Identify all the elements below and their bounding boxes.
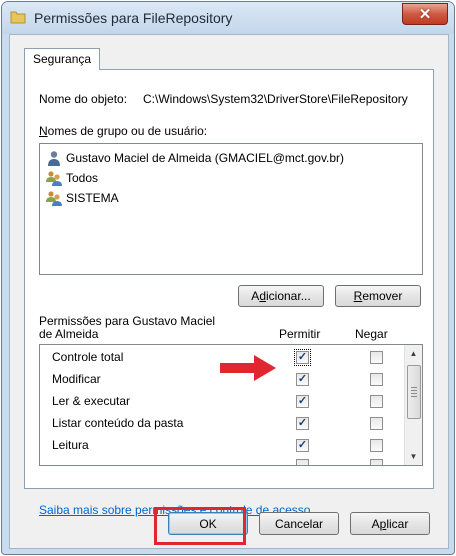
add-button[interactable]: Ad icionar... [238, 285, 324, 307]
deny-checkbox-partial [370, 459, 383, 465]
allow-checkbox[interactable]: ✓ [296, 417, 309, 430]
permission-name: Ler & executar [52, 394, 131, 408]
security-panel: Nome do objeto: C:\Windows\System32\Driv… [24, 69, 434, 517]
tab-security[interactable]: Segurança [24, 48, 101, 70]
dialog-body: Segurança Nome do objeto: C:\Windows\Sys… [9, 34, 449, 549]
permission-name: Listar conteúdo da pasta [52, 416, 184, 430]
scroll-up-arrow-icon[interactable]: ▲ [405, 345, 422, 362]
permission-name: Leitura [52, 438, 89, 452]
cancel-button[interactable]: Cancelar [259, 512, 339, 535]
allow-checkbox[interactable]: ✓ [294, 349, 311, 366]
permission-row: Listar conteúdo da pasta ✓ [40, 413, 404, 435]
list-item-group[interactable]: Todos [46, 168, 98, 188]
deny-checkbox[interactable] [370, 439, 383, 452]
group-name: SISTEMA [66, 191, 119, 205]
deny-checkbox[interactable] [370, 417, 383, 430]
user-name: Gustavo Maciel de Almeida (GMACIEL@mct.g… [66, 151, 345, 165]
group-icon [46, 191, 62, 206]
object-name-label: Nome do objeto: [39, 92, 128, 106]
user-icon [48, 151, 60, 166]
allow-checkbox[interactable]: ✓ [296, 395, 309, 408]
remove-button[interactable]: Remover [335, 285, 421, 307]
allow-checkbox[interactable]: ✓ [296, 373, 309, 386]
list-item-user[interactable]: Gustavo Maciel de Almeida (GMACIEL@mct.g… [46, 148, 344, 168]
group-icon [46, 171, 62, 186]
permissions-heading: Permissões para Gustavo Maciel [39, 314, 216, 328]
object-name-value: C:\Windows\System32\DriverStore\FileRepo… [143, 92, 408, 106]
red-arrow-annotation [220, 355, 276, 381]
allow-checkbox-partial [296, 459, 309, 465]
allow-column-header: Permitir [279, 327, 321, 341]
deny-checkbox[interactable] [370, 373, 383, 386]
permissions-heading-line2: de Almeida [39, 327, 99, 341]
permissions-dialog: Permissões para FileRepository ✕ Seguran… [1, 1, 455, 555]
permission-name: Controle total [52, 350, 124, 364]
scroll-down-arrow-icon[interactable]: ▼ [405, 448, 422, 465]
deny-checkbox[interactable] [370, 351, 383, 364]
permission-row: Leitura ✓ [40, 435, 404, 457]
permission-row: Ler & executar ✓ [40, 391, 404, 413]
deny-checkbox[interactable] [370, 395, 383, 408]
allow-checkbox[interactable]: ✓ [296, 439, 309, 452]
apply-button[interactable]: Ap licar [350, 512, 430, 535]
deny-column-header: Negar [355, 327, 388, 341]
permissions-scrollbar[interactable]: ▲ ▼ [404, 345, 422, 465]
list-item-group[interactable]: SISTEMA [46, 188, 119, 208]
title-bar[interactable]: Permissões para FileRepository ✕ [2, 2, 454, 34]
window-title: Permissões para FileRepository [34, 10, 233, 26]
group-name: Todos [66, 171, 99, 185]
permission-name: Modificar [52, 372, 101, 386]
scroll-thumb[interactable] [407, 365, 421, 419]
users-list[interactable]: Gustavo Maciel de Almeida (GMACIEL@mct.g… [39, 143, 423, 275]
users-list-label: Nomes de grupo ou de usuário: [39, 124, 208, 138]
close-icon: ✕ [418, 5, 432, 23]
ok-highlight-annotation [154, 507, 246, 545]
close-button[interactable]: ✕ [402, 3, 448, 25]
folder-icon [10, 11, 26, 24]
